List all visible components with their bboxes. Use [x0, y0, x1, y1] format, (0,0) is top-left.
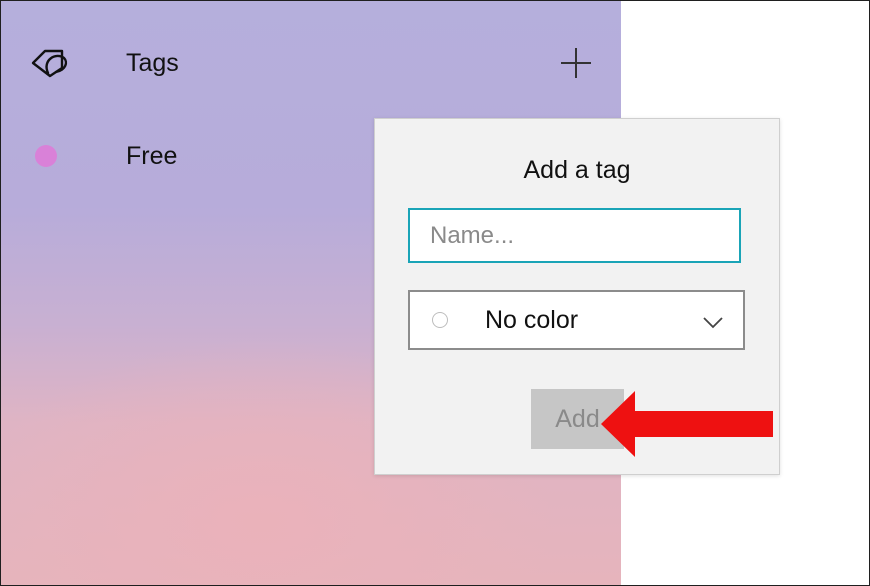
app-window: Tags Free Add a tag No color Ad [0, 0, 870, 586]
plus-icon [561, 48, 591, 78]
tag-name-input[interactable] [408, 208, 741, 263]
tags-header: Tags [1, 33, 621, 93]
free-color-dot [35, 145, 57, 167]
sidebar-item-label: Free [126, 141, 178, 170]
popup-title: Add a tag [523, 156, 631, 184]
tag-color-dot [27, 133, 73, 179]
tags-label: Tags [126, 48, 179, 77]
no-color-swatch [432, 312, 448, 328]
color-dropdown-value: No color [485, 305, 579, 334]
annotation-arrow [601, 391, 773, 457]
chevron-down-icon [703, 317, 723, 329]
add-tag-button[interactable] [554, 41, 598, 85]
tag-icon [27, 40, 73, 86]
color-dropdown[interactable]: No color [408, 290, 745, 350]
